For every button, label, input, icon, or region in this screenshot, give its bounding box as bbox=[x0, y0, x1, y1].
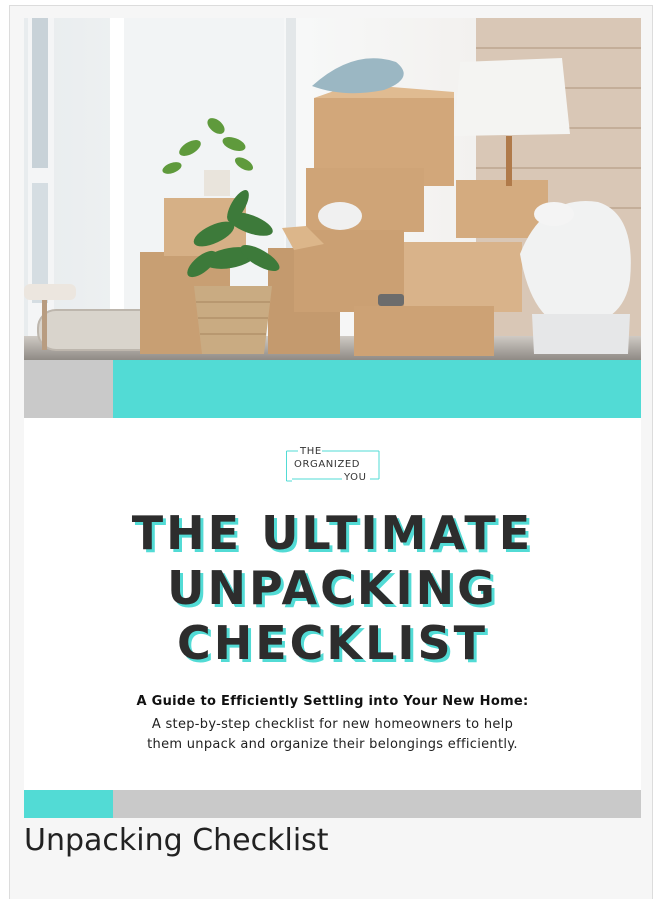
subtitle-body: A step-by-step checklist for new homeown… bbox=[24, 715, 641, 755]
title-line: UNPACKING bbox=[167, 561, 498, 615]
band-gray-block bbox=[24, 360, 113, 418]
logo-line-you: YOU bbox=[344, 472, 367, 483]
top-color-band bbox=[24, 360, 641, 418]
title-line: CHECKLIST bbox=[176, 616, 489, 670]
checklist-cover[interactable]: THE ORGANIZED YOU THE ULTIMATE UNPACKING… bbox=[24, 18, 641, 818]
cover-title: THE ULTIMATE UNPACKING CHECKLIST bbox=[24, 506, 641, 671]
subtitle-line: A step-by-step checklist for new homeown… bbox=[151, 717, 514, 732]
logo-line-organized: ORGANIZED bbox=[294, 459, 361, 470]
logo-line-the: THE bbox=[300, 446, 322, 457]
cover-photo bbox=[24, 18, 641, 360]
title-line: THE ULTIMATE bbox=[131, 506, 534, 560]
band-teal-block bbox=[24, 790, 113, 818]
band-gray-block bbox=[113, 790, 641, 818]
bottom-color-band bbox=[24, 790, 641, 818]
subtitle-heading: A Guide to Efficiently Settling into You… bbox=[136, 694, 529, 709]
organized-you-logo: THE ORGANIZED YOU bbox=[286, 446, 380, 484]
document-caption[interactable]: Unpacking Checklist bbox=[24, 823, 329, 858]
subtitle-line: them unpack and organize their belonging… bbox=[147, 737, 518, 752]
band-teal-block bbox=[113, 360, 641, 418]
